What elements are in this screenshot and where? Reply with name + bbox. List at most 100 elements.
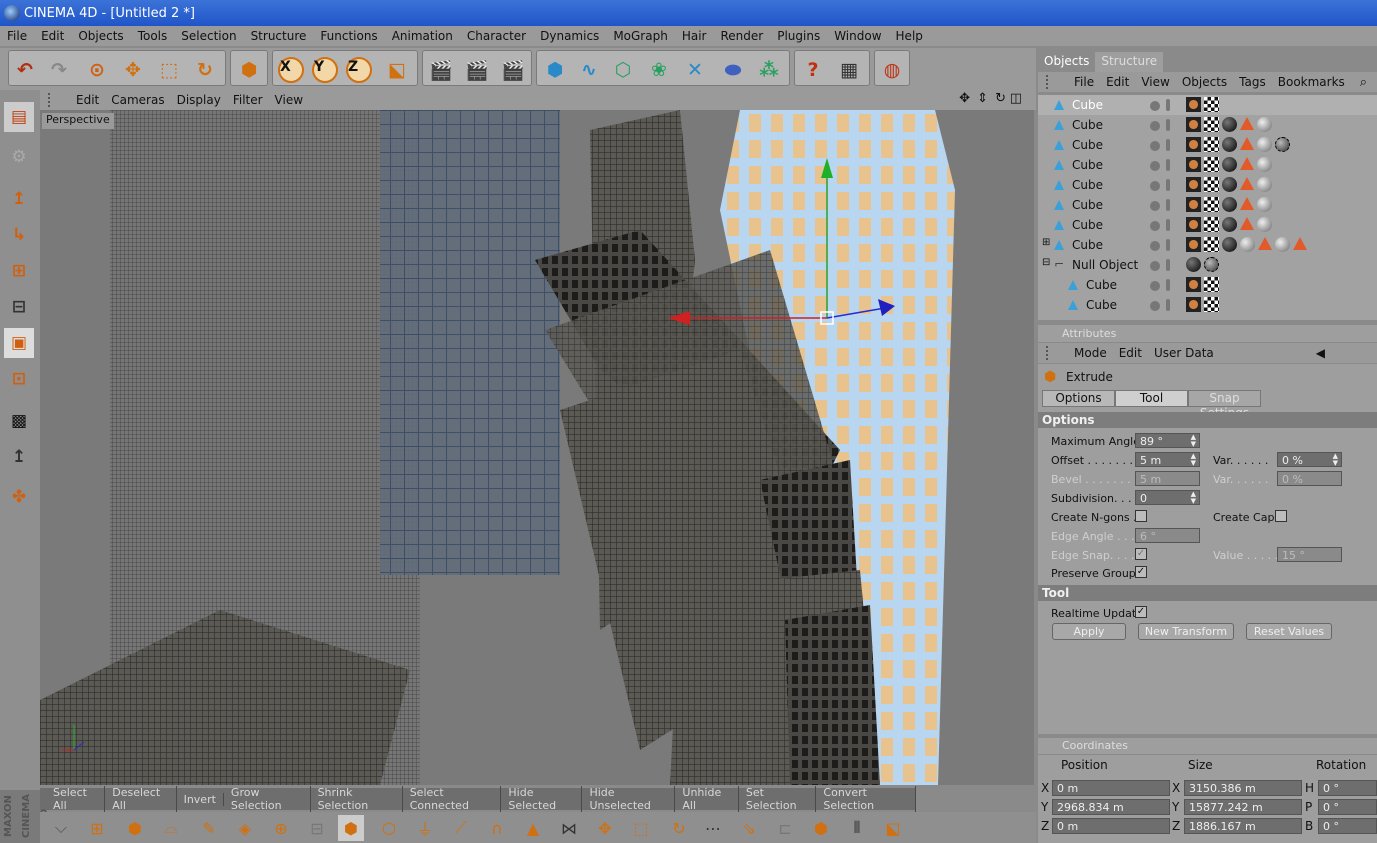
object-row[interactable]: Cube <box>1038 215 1377 235</box>
visibility-dot-icon[interactable] <box>1150 301 1160 311</box>
sphere-tag-icon[interactable] <box>1240 237 1255 252</box>
object-row[interactable]: Cube <box>1038 155 1377 175</box>
extrude-inner-icon[interactable]: ⬡ <box>376 815 402 841</box>
render-region-icon[interactable]: 🎬 <box>463 56 491 84</box>
attributes-menu-mode[interactable]: Mode <box>1068 346 1113 360</box>
extrude-icon[interactable]: ⬢ <box>338 815 364 841</box>
magnet-icon[interactable]: ∩ <box>484 815 510 841</box>
uv-points-icon[interactable]: ⊡ <box>4 364 34 394</box>
knife-icon[interactable]: ⌵ <box>48 815 74 841</box>
visibility-dot-icon[interactable] <box>1150 201 1160 211</box>
visibility-dot-icon[interactable] <box>1150 101 1160 111</box>
model-mode-icon[interactable]: ⬢ <box>235 56 263 84</box>
array-icon[interactable]: ❀ <box>645 56 673 84</box>
black-tag-icon[interactable] <box>1222 137 1237 152</box>
objects-menu-bookmarks[interactable]: Bookmarks <box>1272 75 1351 89</box>
render-dot-icon[interactable] <box>1166 159 1170 171</box>
max-angle-field[interactable]: 89 ° ▲ ▼ <box>1135 433 1200 448</box>
tri-tag-icon[interactable] <box>1240 197 1254 210</box>
object-row[interactable]: Cube <box>1038 275 1377 295</box>
menu-dynamics[interactable]: Dynamics <box>533 29 606 43</box>
layout-icon[interactable]: ▦ <box>835 56 863 84</box>
black-tag-icon[interactable] <box>1222 197 1237 212</box>
deselect-all-button[interactable]: Deselect All <box>105 786 177 812</box>
subdivision-field[interactable]: 0 ▲ ▼ <box>1135 490 1200 505</box>
weld-icon[interactable]: ⫴ <box>844 815 870 841</box>
help-icon[interactable]: ? <box>799 56 827 84</box>
maximize-view-icon[interactable]: ◫ <box>1004 91 1028 106</box>
viewport-menu-edit[interactable]: Edit <box>70 93 105 107</box>
stepper-icon[interactable]: ▲ ▼ <box>1191 453 1196 467</box>
rotation-h-field[interactable]: 0 ° <box>1318 780 1377 796</box>
normal-scale-icon[interactable]: ⬚ <box>628 815 654 841</box>
bridge-icon[interactable]: ⬢ <box>122 815 148 841</box>
select-all-button[interactable]: Select All <box>46 786 106 812</box>
tab-snap-settings[interactable]: Snap Settings <box>1188 390 1261 420</box>
check-tag-icon[interactable] <box>1204 157 1219 172</box>
menu-file[interactable]: File <box>0 29 34 43</box>
move-icon[interactable]: ✥ <box>119 56 147 84</box>
z-axis-icon[interactable]: Z <box>346 57 372 83</box>
objects-menu-objects[interactable]: Objects <box>1176 75 1233 89</box>
render-dot-icon[interactable] <box>1166 119 1170 131</box>
add-points-icon[interactable]: ⊞ <box>84 815 110 841</box>
menu-functions[interactable]: Functions <box>313 29 384 43</box>
phong-tag-icon[interactable] <box>1186 217 1201 232</box>
tri-tag-icon[interactable] <box>1240 177 1254 190</box>
render-dot-icon[interactable] <box>1166 259 1170 271</box>
offset-field[interactable]: 5 m ▲ ▼ <box>1135 452 1200 467</box>
position-z-field[interactable]: 0 m <box>1052 818 1170 834</box>
visibility-dot-icon[interactable] <box>1150 241 1160 251</box>
tri-tag-icon[interactable] <box>1240 157 1254 170</box>
search-icon[interactable]: ⌕ <box>1354 75 1373 90</box>
spline-icon[interactable]: ∿ <box>575 56 603 84</box>
check-tag-icon[interactable] <box>1204 117 1219 132</box>
texture-axis-icon[interactable]: ↳ <box>4 220 34 250</box>
render-dot-icon[interactable] <box>1166 299 1170 311</box>
menu-hair[interactable]: Hair <box>675 29 714 43</box>
scene-object-icon[interactable]: ⬬ <box>719 56 747 84</box>
tab-structure[interactable]: Structure <box>1095 52 1164 72</box>
phong-tag-icon[interactable] <box>1186 297 1201 312</box>
globe-icon[interactable]: ◍ <box>878 56 906 84</box>
check-tag-icon[interactable] <box>1204 197 1219 212</box>
grey-tag-icon[interactable] <box>1204 257 1219 272</box>
sphere-tag-icon[interactable] <box>1275 237 1290 252</box>
y-axis-icon[interactable]: Y <box>312 57 338 83</box>
render-dot-icon[interactable] <box>1166 99 1170 111</box>
black-tag-icon[interactable] <box>1222 177 1237 192</box>
phong-tag-icon[interactable] <box>1186 237 1201 252</box>
menu-structure[interactable]: Structure <box>244 29 314 43</box>
mirror-icon[interactable]: ⋈ <box>556 815 582 841</box>
polygons-mode-icon[interactable]: ▣ <box>4 328 34 358</box>
size-x-field[interactable]: 3150.386 m <box>1184 780 1302 796</box>
undo-icon[interactable]: ↶ <box>11 56 39 84</box>
bevel-icon[interactable]: ⬕ <box>880 815 906 841</box>
back-arrow-icon[interactable]: ◀ <box>1310 346 1331 360</box>
menu-character[interactable]: Character <box>460 29 533 43</box>
expand-icon[interactable]: ⊞ <box>1042 237 1050 248</box>
render-view-icon[interactable]: 🎬 <box>427 56 455 84</box>
redo-icon[interactable]: ↷ <box>45 56 73 84</box>
tab-options[interactable]: Options <box>1042 390 1115 407</box>
attributes-menu-user-data[interactable]: User Data <box>1148 346 1220 360</box>
menu-window[interactable]: Window <box>827 29 888 43</box>
visibility-dot-icon[interactable] <box>1150 161 1160 171</box>
deformer-icon[interactable]: ✕ <box>681 56 709 84</box>
black-tag-icon[interactable] <box>1222 157 1237 172</box>
nurbs-icon[interactable]: ⬡ <box>609 56 637 84</box>
sphere-tag-icon[interactable] <box>1257 137 1272 152</box>
stitch-and-sew-icon[interactable]: ⬢ <box>808 815 834 841</box>
sphere-tag-icon[interactable] <box>1257 197 1272 212</box>
size-y-field[interactable]: 15877.242 m <box>1184 799 1302 815</box>
move-tool-icon[interactable]: ✥ <box>592 815 618 841</box>
unhide-all-button[interactable]: Unhide All <box>675 786 739 812</box>
close-polygon-hole-icon[interactable]: ✎ <box>196 815 222 841</box>
render-dot-icon[interactable] <box>1166 239 1170 251</box>
objects-menu-tags[interactable]: Tags <box>1233 75 1272 89</box>
x-axis-icon[interactable]: X <box>278 57 304 83</box>
stepper-icon[interactable]: ▲ ▼ <box>1191 434 1196 448</box>
create-ngons-checkbox[interactable] <box>1135 510 1147 522</box>
objects-menu-edit[interactable]: Edit <box>1100 75 1135 89</box>
cube-primitive-icon[interactable]: ⬢ <box>541 56 569 84</box>
